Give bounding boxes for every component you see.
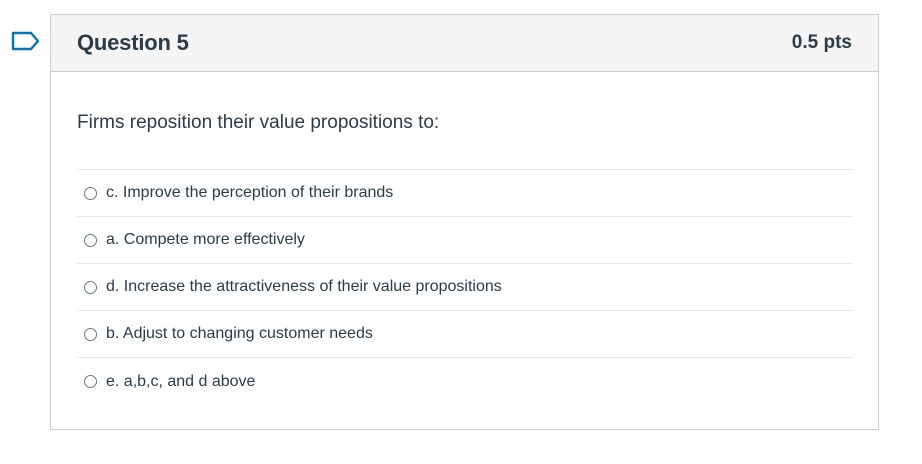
quiz-page: Question 5 0.5 pts Firms reposition thei… bbox=[0, 0, 922, 464]
radio-button[interactable] bbox=[84, 280, 97, 294]
question-text: Firms reposition their value proposition… bbox=[77, 112, 440, 133]
answer-option[interactable]: b. Adjust to changing customer needs bbox=[77, 311, 853, 358]
answer-label: e. a,b,c, and d above bbox=[106, 372, 256, 390]
answer-list: c. Improve the perception of their brand… bbox=[77, 169, 853, 405]
question-body: Firms reposition their value proposition… bbox=[51, 72, 878, 405]
answer-option[interactable]: c. Improve the perception of their brand… bbox=[77, 170, 853, 217]
radio-button[interactable] bbox=[84, 375, 97, 388]
answer-option[interactable]: d. Increase the attractiveness of their … bbox=[77, 264, 853, 311]
question-points: 0.5 pts bbox=[791, 32, 852, 53]
radio-button[interactable] bbox=[84, 186, 97, 200]
bookmark-flag-icon[interactable] bbox=[11, 31, 41, 51]
answer-option[interactable]: a. Compete more effectively bbox=[77, 217, 853, 264]
answer-label: a. Compete more effectively bbox=[106, 231, 305, 248]
answer-option[interactable]: e. a,b,c, and d above bbox=[77, 358, 853, 405]
answer-label: c. Improve the perception of their brand… bbox=[106, 184, 394, 201]
radio-button[interactable] bbox=[84, 233, 97, 247]
question-card: Question 5 0.5 pts Firms reposition thei… bbox=[50, 14, 879, 430]
question-title: Question 5 bbox=[77, 30, 189, 55]
question-header: Question 5 0.5 pts bbox=[51, 15, 878, 72]
radio-button[interactable] bbox=[84, 327, 97, 341]
answer-label: d. Increase the attractiveness of their … bbox=[106, 278, 502, 295]
answer-label: b. Adjust to changing customer needs bbox=[106, 325, 373, 342]
